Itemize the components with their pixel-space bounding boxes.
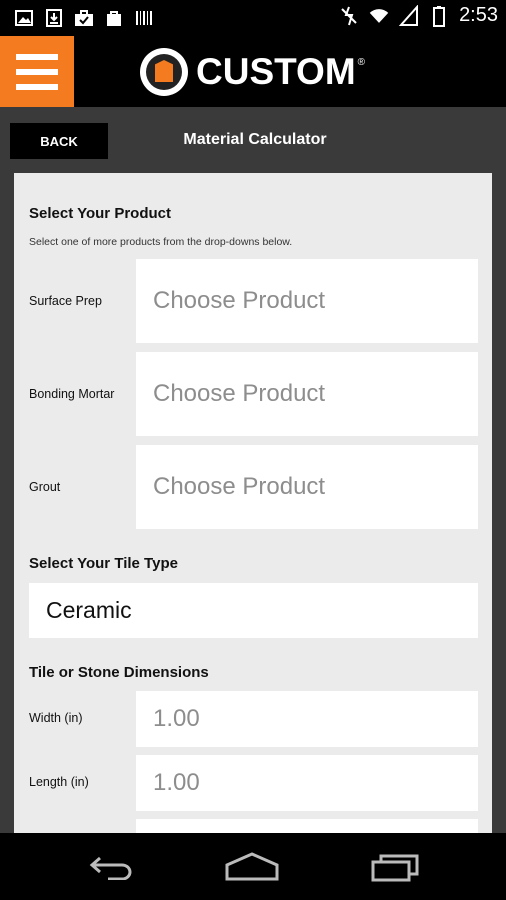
recents-nav-icon[interactable] <box>365 851 425 883</box>
calculator-form: Select Your Product Select one of more p… <box>14 173 492 833</box>
grout-label: Grout <box>29 480 61 494</box>
next-dimension-input[interactable] <box>136 819 478 833</box>
briefcase-check-icon <box>74 8 94 28</box>
navigation-bar <box>0 833 506 900</box>
system-icons: 2:53 <box>339 4 498 27</box>
length-input[interactable]: 1.00 <box>136 755 478 811</box>
cell-signal-icon <box>399 4 419 26</box>
back-button[interactable]: BACK <box>10 123 108 159</box>
logo-text: CUSTOM <box>196 51 356 92</box>
back-nav-icon[interactable] <box>82 851 142 883</box>
logo-registered-mark: ® <box>357 56 366 68</box>
width-label: Width (in) <box>29 711 83 725</box>
content-area[interactable]: Select Your Product Select one of more p… <box>0 173 506 833</box>
width-input[interactable]: 1.00 <box>136 691 478 747</box>
battery-icon <box>429 5 449 27</box>
surface-prep-label: Surface Prep <box>29 294 102 308</box>
bonding-mortar-label: Bonding Mortar <box>29 387 115 401</box>
custom-logo: CUSTOM ® <box>140 46 365 98</box>
status-bar: 2:53 <box>0 0 506 36</box>
surface-prep-select[interactable]: Choose Product <box>136 259 478 343</box>
tile-type-title: Select Your Tile Type <box>29 555 178 572</box>
menu-icon-bar <box>16 68 58 75</box>
bag-icon <box>104 8 124 28</box>
length-label: Length (in) <box>29 775 89 789</box>
sub-header: BACK Material Calculator <box>0 107 506 173</box>
download-icon <box>44 8 64 28</box>
app-bar: CUSTOM ® <box>0 36 506 107</box>
menu-icon-bar <box>16 53 58 60</box>
notification-icons <box>14 8 154 28</box>
product-section-hint: Select one of more products from the dro… <box>29 236 293 248</box>
page-title: Material Calculator <box>183 131 327 148</box>
gallery-icon <box>14 8 34 28</box>
logo-seal-icon <box>140 48 188 96</box>
wifi-icon <box>369 6 389 26</box>
barcode-icon <box>134 8 154 28</box>
grout-select[interactable]: Choose Product <box>136 445 478 529</box>
menu-icon-bar <box>16 83 58 90</box>
bonding-mortar-select[interactable]: Choose Product <box>136 352 478 436</box>
signal-off-icon <box>339 6 359 26</box>
dimensions-title: Tile or Stone Dimensions <box>29 664 209 681</box>
product-section-title: Select Your Product <box>29 205 171 222</box>
hamburger-menu-button[interactable] <box>0 36 74 107</box>
clock: 2:53 <box>459 4 498 26</box>
tile-type-select[interactable]: Ceramic <box>29 583 478 638</box>
home-nav-icon[interactable] <box>222 851 282 883</box>
